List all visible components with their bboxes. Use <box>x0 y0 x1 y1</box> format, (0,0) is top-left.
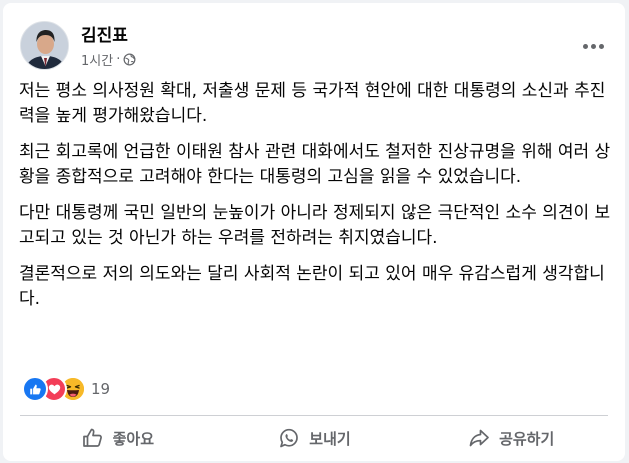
like-button[interactable]: 좋아요 <box>19 419 216 457</box>
post-time[interactable]: 1시간 <box>81 50 113 69</box>
avatar[interactable] <box>20 21 69 70</box>
reaction-summary[interactable]: 19 <box>22 376 110 402</box>
globe-icon[interactable] <box>123 53 136 66</box>
share-button-label: 공유하기 <box>499 429 555 448</box>
whatsapp-icon <box>280 428 299 448</box>
thumbs-up-icon <box>82 428 102 447</box>
post-card: 김진표 1시간 · 저는 평소 의사정원 확대, 저출생 문제 등 국가적 현안… <box>3 3 625 461</box>
more-options-button[interactable] <box>578 36 608 56</box>
post-body: 저는 평소 의사정원 확대, 저출생 문제 등 국가적 현안에 대한 대통령의 … <box>19 79 619 323</box>
reaction-count[interactable]: 19 <box>91 380 110 398</box>
action-divider <box>20 415 608 416</box>
post-paragraph: 저는 평소 의사정원 확대, 저출생 문제 등 국가적 현안에 대한 대통령의 … <box>19 81 606 126</box>
post-paragraph: 결론적으로 저의 의도와는 달리 사회적 논란이 되고 있어 매우 유감스럽게 … <box>19 264 605 309</box>
send-button[interactable]: 보내기 <box>216 419 413 457</box>
like-icon <box>22 376 48 402</box>
post-header: 김진표 1시간 · <box>20 18 610 78</box>
post-paragraph: 최근 회고록에 언급한 이태원 참사 관련 대화에서도 철저한 진상규명을 위해… <box>19 142 611 187</box>
send-button-label: 보내기 <box>309 429 351 448</box>
share-button[interactable]: 공유하기 <box>412 419 609 457</box>
more-dot-icon <box>598 43 604 49</box>
meta-separator: · <box>116 52 121 67</box>
avatar-portrait-image <box>21 22 68 69</box>
post-meta: 1시간 · <box>81 50 136 69</box>
more-dot-icon <box>582 43 588 49</box>
post-paragraph: 다만 대통령께 국민 일반의 눈높이가 아니라 정제되지 않은 극단적인 소수 … <box>19 203 611 248</box>
author-name[interactable]: 김진표 <box>81 21 128 46</box>
action-bar: 좋아요 보내기 공유하기 <box>19 419 609 457</box>
share-icon <box>469 429 489 447</box>
like-button-label: 좋아요 <box>112 429 155 448</box>
more-dot-icon <box>590 43 596 49</box>
